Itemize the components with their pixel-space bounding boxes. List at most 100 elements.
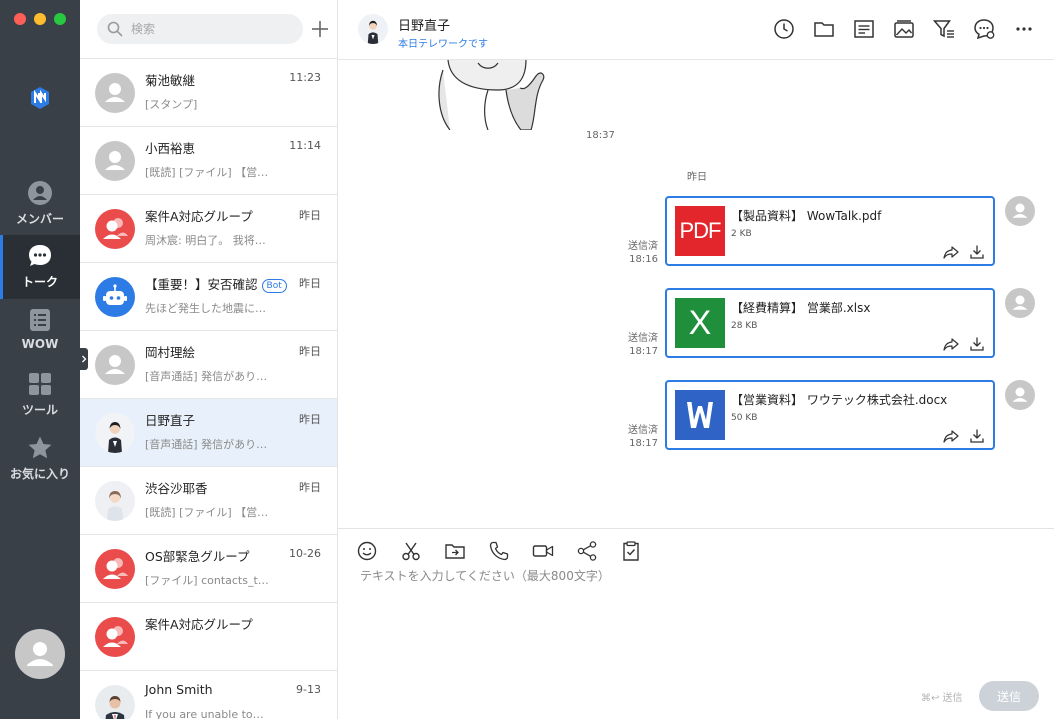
emoji-icon[interactable] (356, 540, 378, 562)
download-icon[interactable] (969, 244, 985, 260)
send-button[interactable]: 送信 (979, 681, 1039, 711)
share-icon[interactable] (943, 428, 959, 444)
conversation-time: 11:14 (289, 139, 321, 152)
conversation-item[interactable]: 案件A対応グループ (80, 603, 337, 671)
conversation-preview: [音声通話] 発信があり… (145, 438, 268, 451)
sticker-image[interactable] (428, 60, 548, 130)
share-network-icon[interactable] (576, 540, 598, 562)
search-box[interactable] (97, 14, 303, 44)
grid-icon (29, 373, 51, 395)
conversation-preview: If you are unable to… (145, 708, 264, 719)
sent-time: 18:16 (629, 254, 658, 265)
note-icon[interactable] (852, 17, 876, 41)
chevron-right-icon (82, 355, 87, 363)
sender-avatar[interactable] (1005, 288, 1035, 318)
app-logo-icon (31, 87, 49, 109)
more-options-icon[interactable] (1012, 17, 1036, 41)
group-icon (103, 218, 128, 239)
sent-label: 送信済 (628, 333, 658, 344)
add-conversation-button[interactable] (308, 16, 332, 42)
conversation-item[interactable]: 案件A対応グループ 昨日 周沐宸: 明白了。 我将… (80, 195, 337, 263)
nav-talk[interactable]: トーク (0, 235, 80, 299)
conversation-name: OS部緊急グループ (145, 549, 250, 564)
default-person-icon (105, 83, 125, 102)
download-icon[interactable] (969, 336, 985, 352)
sent-status: 送信済 18:17 (608, 332, 658, 358)
video-camera-icon[interactable] (532, 540, 554, 562)
conversation-item[interactable]: John Smith 9-13 If you are unable to… (80, 671, 337, 719)
peer-avatar[interactable] (358, 14, 388, 44)
nav-label: トーク (21, 275, 58, 289)
sent-label: 送信済 (628, 425, 658, 436)
person-photo-icon (107, 491, 123, 521)
share-icon[interactable] (943, 244, 959, 260)
conversation-time: 昨日 (299, 345, 321, 358)
send-file-icon[interactable] (444, 540, 466, 562)
collapse-panel-handle[interactable] (80, 348, 88, 370)
conversation-list: 菊池敏継 11:23 [スタンプ] 小西裕恵 11:14 [既読] [ファイル]… (80, 58, 337, 719)
user-avatar[interactable] (15, 629, 65, 679)
window-minimize-button[interactable] (34, 13, 46, 25)
sent-status: 送信済 18:16 (608, 240, 658, 266)
download-icon[interactable] (969, 428, 985, 444)
person-photo-icon (367, 20, 379, 44)
file-message[interactable]: 【営業資料】 ワウテック株式会社.docx 50 KB (665, 380, 995, 450)
nav-label: WOW (21, 337, 59, 351)
scissors-icon[interactable] (400, 540, 422, 562)
conversation-time: 昨日 (299, 481, 321, 494)
message-input[interactable] (360, 567, 1030, 677)
sent-time: 18:17 (629, 346, 658, 357)
sender-avatar[interactable] (1005, 380, 1035, 410)
conversation-item[interactable]: 菊池敏継 11:23 [スタンプ] (80, 59, 337, 127)
default-person-icon (105, 355, 125, 374)
default-avatar (95, 73, 135, 113)
conversation-item-selected[interactable]: 日野直子 昨日 [音声通話] 発信があり… (80, 399, 337, 467)
window-zoom-button[interactable] (54, 13, 66, 25)
file-message[interactable]: X 【経費精算】 営業部.xlsx 28 KB (665, 288, 995, 358)
conversation-preview: [スタンプ] (145, 98, 198, 111)
conversation-time: 昨日 (299, 277, 321, 290)
conversation-name: 日野直子 (145, 413, 196, 428)
history-clock-icon[interactable] (772, 17, 796, 41)
member-icon (28, 181, 52, 205)
conversation-item[interactable]: 渋谷沙耶香 昨日 [既読] [ファイル] 【営… (80, 467, 337, 535)
photo-avatar (95, 481, 135, 521)
conversation-item[interactable]: 小西裕恵 11:14 [既読] [ファイル] 【営… (80, 127, 337, 195)
conversation-item[interactable]: 岡村理絵 昨日 [音声通話] 発信があり… (80, 331, 337, 399)
person-photo-icon (108, 422, 122, 453)
conversation-item[interactable]: 【重要！】安否確認 Bot 昨日 先ほど発生した地震に… (80, 263, 337, 331)
nav-wow[interactable]: WOW (0, 299, 80, 363)
photo-avatar (95, 413, 135, 453)
folder-icon[interactable] (812, 17, 836, 41)
sender-avatar[interactable] (1005, 196, 1035, 226)
file-message[interactable]: PDF 【製品資料】 WowTalk.pdf 2 KB (665, 196, 995, 266)
nav-members[interactable]: メンバー (0, 172, 80, 236)
conversation-time: 11:23 (289, 71, 321, 84)
sent-label: 送信済 (628, 241, 658, 252)
nav-label: メンバー (15, 212, 64, 226)
album-icon[interactable] (892, 17, 916, 41)
conversation-item[interactable]: OS部緊急グループ 10-26 [ファイル] contacts_t… (80, 535, 337, 603)
group-avatar (95, 209, 135, 249)
clipboard-task-icon[interactable] (620, 540, 642, 562)
file-size: 50 KB (731, 413, 758, 423)
conversation-time: 10-26 (289, 547, 321, 560)
date-divider: 昨日 (687, 172, 707, 183)
nav-favorites[interactable]: お気に入り (0, 427, 80, 491)
search-input[interactable] (131, 19, 291, 39)
window-close-button[interactable] (14, 13, 26, 25)
sent-time: 18:17 (629, 438, 658, 449)
phone-icon[interactable] (488, 540, 510, 562)
conversation-preview: 周沐宸: 明白了。 我将… (145, 234, 266, 247)
chat-settings-icon[interactable] (972, 17, 996, 41)
filter-icon[interactable] (932, 17, 956, 41)
default-person-icon (105, 151, 125, 170)
photo-avatar (95, 685, 135, 719)
star-icon (28, 436, 52, 459)
nav-tools[interactable]: ツール (0, 363, 80, 427)
word-file-icon (675, 390, 725, 440)
share-icon[interactable] (943, 336, 959, 352)
file-size: 2 KB (731, 229, 752, 239)
nav-rail: メンバー トーク WOW ツール お気に入り (0, 0, 80, 719)
robot-icon (103, 284, 127, 305)
